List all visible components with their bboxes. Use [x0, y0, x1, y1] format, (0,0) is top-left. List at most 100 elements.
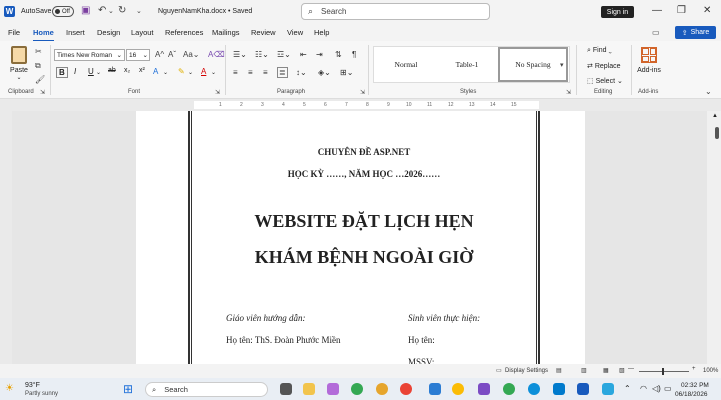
weather-desc[interactable]: Partly sunny [25, 391, 58, 397]
scroll-thumb[interactable] [715, 127, 719, 139]
zoom-level[interactable]: 100% [703, 368, 718, 374]
text-effects-icon[interactable]: A [153, 67, 158, 76]
restore-icon[interactable]: ❐ [677, 5, 686, 16]
font-color-icon[interactable]: A [201, 67, 206, 76]
read-mode-icon[interactable]: ▥ [581, 367, 587, 374]
taskbar-search[interactable]: ⌕ Search [145, 382, 268, 397]
clipboard-launcher-icon[interactable]: ⇲ [40, 89, 45, 96]
wifi-icon[interactable]: ◠ [640, 384, 647, 393]
change-case-icon[interactable]: Aa⌄ [183, 50, 200, 59]
visual-studio-icon[interactable] [478, 383, 490, 395]
numbering-icon[interactable]: ☷⌄ [255, 50, 269, 59]
chrome-profile-icon[interactable] [376, 383, 388, 395]
find-button[interactable]: ⌕ Find ⌄ [587, 47, 612, 55]
telegram-icon[interactable] [602, 383, 614, 395]
style-no-spacing[interactable]: No Spacing [498, 47, 568, 82]
zoom-in-icon[interactable]: + [692, 366, 696, 372]
line-spacing-icon[interactable]: ↕⌄ [296, 68, 307, 77]
tab-mailings[interactable]: Mailings [212, 28, 240, 37]
format-painter-icon[interactable]: 🖌 [35, 75, 45, 84]
show-marks-icon[interactable]: ¶ [352, 50, 356, 59]
share-button[interactable]: ⇪ Share [675, 26, 716, 39]
highlight-dropdown-icon[interactable]: ⌄ [188, 69, 193, 76]
minimize-icon[interactable]: — [652, 5, 662, 16]
chrome-icon[interactable] [351, 383, 363, 395]
chrome-alt-icon[interactable] [400, 383, 412, 395]
text-effects-dropdown-icon[interactable]: ⌄ [163, 69, 168, 76]
strikethrough-icon[interactable]: ab [108, 67, 116, 74]
tab-review[interactable]: Review [251, 28, 276, 37]
styles-launcher-icon[interactable]: ⇲ [566, 89, 571, 96]
replace-button[interactable]: ⇄ Replace [587, 62, 621, 70]
paste-button[interactable]: Paste ⌄ [6, 46, 32, 81]
decrease-indent-icon[interactable]: ⇤ [300, 50, 307, 59]
font-size-box[interactable]: 16 ⌄ [126, 49, 150, 61]
tab-references[interactable]: References [165, 28, 203, 37]
underline-icon[interactable]: U [88, 67, 94, 76]
redo-icon[interactable]: ↻ [118, 5, 126, 16]
scroll-up-icon[interactable]: ▲ [712, 113, 718, 119]
copilot-icon[interactable] [327, 383, 339, 395]
grow-font-icon[interactable]: A^ [155, 50, 164, 59]
undo-dropdown-icon[interactable]: ⌄ [108, 7, 114, 15]
display-settings-icon[interactable]: ▭ [496, 367, 502, 374]
increase-indent-icon[interactable]: ⇥ [316, 50, 323, 59]
document-canvas[interactable]: CHUYÊN ĐỀ ASP.NET HỌC KỲ ……, NĂM HỌC …20… [12, 111, 707, 364]
print-layout-icon[interactable]: ▦ [603, 367, 609, 374]
tab-help[interactable]: Help [314, 28, 329, 37]
highlight-icon[interactable]: ✎ [178, 67, 185, 76]
comments-icon[interactable]: ▭ [652, 28, 660, 37]
undo-icon[interactable]: ↶ [98, 5, 106, 16]
battery-icon[interactable]: ▭ [664, 384, 672, 393]
zoom-slider-thumb[interactable] [662, 368, 664, 375]
edge-icon[interactable] [528, 383, 540, 395]
add-ins-button[interactable]: Add-ins [636, 47, 662, 74]
zoom-slider[interactable] [639, 371, 689, 372]
vertical-scrollbar[interactable]: ▲ [707, 111, 721, 364]
horizontal-ruler[interactable]: 1 2 3 4 5 6 7 8 9 10 11 12 13 14 15 [0, 99, 721, 111]
tab-design[interactable]: Design [97, 28, 120, 37]
clock-time[interactable]: 02:32 PM [681, 382, 709, 389]
align-right-icon[interactable]: ≡ [263, 68, 268, 77]
font-name-box[interactable]: Times New Roman ⌄ [54, 49, 125, 61]
underline-dropdown-icon[interactable]: ⌄ [96, 69, 101, 76]
shrink-font-icon[interactable]: Aˇ [168, 50, 176, 59]
tab-home[interactable]: Home [33, 28, 54, 42]
task-view-icon[interactable] [280, 383, 292, 395]
font-color-dropdown-icon[interactable]: ⌄ [211, 69, 216, 76]
italic-icon[interactable]: I [74, 67, 76, 76]
style-normal[interactable]: Normal [376, 47, 436, 82]
file-explorer-icon[interactable] [303, 383, 315, 395]
tab-file[interactable]: File [8, 28, 20, 37]
weather-icon[interactable]: ☀ [5, 383, 14, 394]
document-name[interactable]: NguyenNamKha.docx • Saved [158, 8, 252, 15]
paragraph-launcher-icon[interactable]: ⇲ [360, 89, 365, 96]
vertical-ruler[interactable] [0, 111, 12, 364]
sort-icon[interactable]: ⇅ [335, 50, 342, 59]
justify-icon[interactable]: ≣ [277, 67, 288, 78]
multilevel-list-icon[interactable]: ☲⌄ [277, 50, 291, 59]
weather-temp[interactable]: 93°F [25, 382, 40, 389]
start-icon[interactable]: ⊞ [123, 382, 133, 396]
bold-icon[interactable]: B [56, 67, 68, 78]
collapse-ribbon-icon[interactable]: ⌄ [705, 87, 712, 96]
autosave-toggle[interactable]: Off [52, 6, 74, 17]
clock-date[interactable]: 06/18/2026 [675, 391, 708, 398]
search-box[interactable]: ⌕ Search [301, 3, 490, 20]
customize-qat-icon[interactable]: ⌄ [136, 7, 142, 15]
bullets-icon[interactable]: ☰⌄ [233, 50, 247, 59]
outlook-icon[interactable] [429, 383, 441, 395]
focus-icon[interactable]: ▤ [556, 367, 562, 374]
vscode-icon[interactable] [553, 383, 565, 395]
chrome-app-icon[interactable] [452, 383, 464, 395]
tab-insert[interactable]: Insert [66, 28, 85, 37]
document-page[interactable]: CHUYÊN ĐỀ ASP.NET HỌC KỲ ……, NĂM HỌC …20… [136, 111, 585, 364]
font-launcher-icon[interactable]: ⇲ [215, 89, 220, 96]
borders-icon[interactable]: ⊞⌄ [340, 68, 353, 77]
chrome-second-icon[interactable] [503, 383, 515, 395]
subscript-icon[interactable]: x₂ [124, 67, 130, 74]
clear-formatting-icon[interactable]: A⌫ [208, 50, 225, 59]
word-taskbar-icon[interactable] [577, 383, 589, 395]
volume-icon[interactable]: ◁) [652, 384, 661, 393]
select-button[interactable]: ⬚ Select ⌄ [587, 77, 623, 85]
